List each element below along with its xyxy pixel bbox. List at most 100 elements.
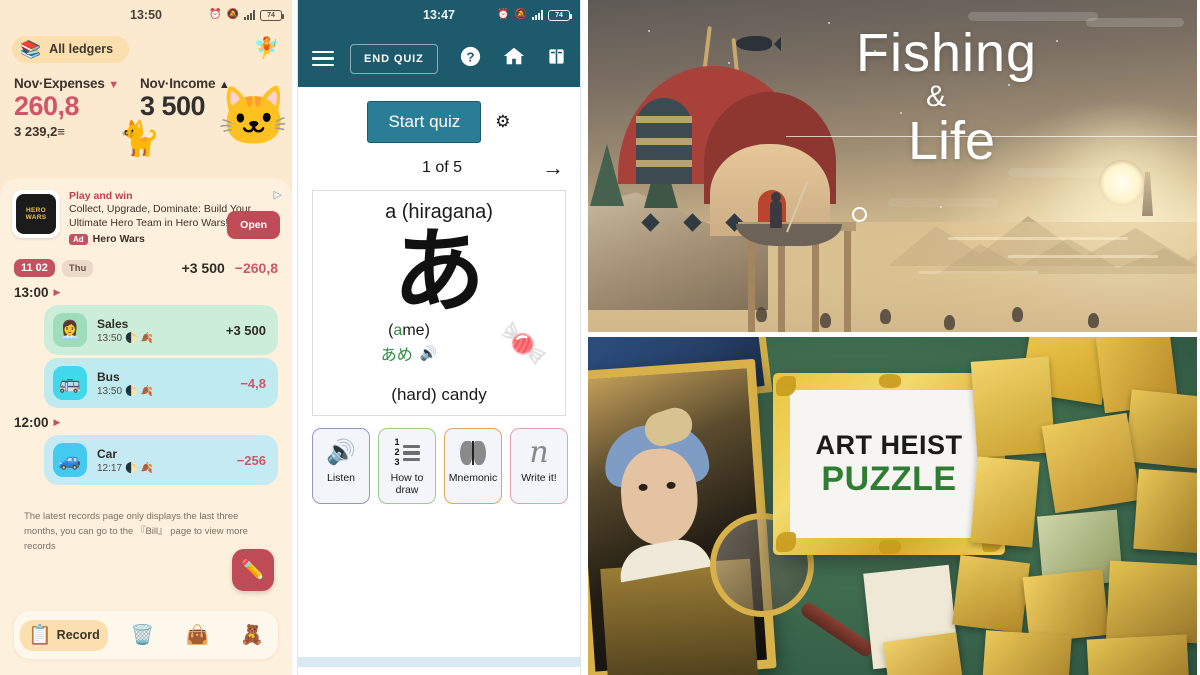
transaction-time: 13:50 <box>97 385 123 397</box>
all-ledgers-button[interactable]: 📚 All ledgers <box>12 35 130 63</box>
transaction-icon: 🚌 <box>53 366 87 401</box>
puzzle-piece <box>1086 634 1190 675</box>
hero-wars-logo: HERO WARS <box>16 194 56 234</box>
battery-icon: 74 <box>260 9 284 21</box>
advertisement-card[interactable]: HERO WARS Play and win Collect, Upgrade,… <box>0 178 292 251</box>
signal-icon <box>244 10 255 20</box>
puzzle-piece <box>1124 389 1197 469</box>
time-group-label: 13:00 <box>14 285 49 301</box>
listen-button-label: Listen <box>326 472 356 484</box>
write-it-button[interactable]: 𝑛 Write it! <box>510 428 568 504</box>
table-row[interactable]: 🚌 Bus 13:50 🌓 🍂 −4,8 <box>44 358 278 409</box>
chevron-right-icon: ▶ <box>53 417 61 428</box>
listen-button[interactable]: 🔊 Listen <box>312 428 370 504</box>
gear-icon[interactable]: ⚙ <box>495 112 510 132</box>
ledger-top-bar: 📚 All ledgers 🧚 <box>0 30 292 66</box>
art-title-line-2: PUZZLE <box>821 460 957 498</box>
example-kana: あめ <box>380 345 413 364</box>
game-title-line-3: Life <box>908 111 996 172</box>
battery-level: 74 <box>555 11 563 19</box>
frame-canvas: ART HEIST PUZZLE <box>790 390 988 538</box>
day-of-week-badge: Thu <box>61 259 94 277</box>
budget-bars-icon: ≡ <box>57 124 65 140</box>
expense-subvalue-text: 3 239,2 <box>14 124 58 140</box>
quiz-toolbar: END QUIZ ? <box>298 30 580 87</box>
nav-item-record[interactable]: 📋 Record <box>20 619 108 651</box>
transaction-amount: −256 <box>236 452 266 468</box>
fish-weathervane-icon <box>736 36 781 51</box>
mascot-icon: 🧸 <box>240 624 264 646</box>
puzzle-piece <box>970 356 1056 458</box>
quiz-body: Start quiz ⚙ 1 of 5 → a (hiragana) あ (am… <box>298 87 580 667</box>
puzzle-piece <box>1133 468 1197 554</box>
puzzle-piece <box>1022 568 1110 644</box>
income-label-row: Nov·Income ▲ <box>140 76 230 91</box>
example-romaji-highlight: a <box>393 322 403 339</box>
nav-item-bill[interactable]: 🗑️ <box>123 620 163 651</box>
puzzle-piece <box>951 554 1031 634</box>
flashcard[interactable]: a (hiragana) あ (ame) あめ 🔊 🍬 (hard) candy <box>312 190 566 416</box>
ledger-records-sheet: HERO WARS Play and win Collect, Upgrade,… <box>0 178 292 675</box>
how-to-draw-button-label: How to draw <box>390 472 424 497</box>
battery-level: 74 <box>267 11 275 19</box>
hamburger-icon[interactable] <box>312 50 334 67</box>
quiz-start-row: Start quiz ⚙ <box>298 87 580 143</box>
bottom-navigation: 📋 Record 🗑️ 👜 🧸 <box>14 611 278 659</box>
speaker-icon: 🔊 <box>326 439 356 467</box>
pencil-icon: ✏️ <box>241 560 265 581</box>
status-icons: ⏰ 🔕 74 <box>209 0 284 30</box>
game-title-line-1: Fishing <box>856 23 1038 83</box>
quiz-status-bar: 13:47 ⏰ 🔕 74 <box>298 0 580 30</box>
status-icons: ⏰ 🔕 74 <box>497 0 572 30</box>
clipboard-icon: 📋 <box>28 624 52 646</box>
moon-icon: 🌓 <box>125 462 138 474</box>
ad-choices-icon[interactable]: ▷ <box>274 188 282 201</box>
transaction-amount: +3 500 <box>225 322 266 338</box>
arrow-right-icon[interactable]: → <box>542 155 564 181</box>
start-quiz-button[interactable]: Start quiz <box>367 101 482 143</box>
transaction-main: Sales 13:50 🌓 🍂 <box>97 317 216 344</box>
table-row[interactable]: 👩‍💼 Sales 13:50 🌓 🍂 +3 500 <box>44 305 278 356</box>
nav-item-mine[interactable]: 🧸 <box>232 620 272 651</box>
table-row[interactable]: 🚙 Car 12:17 🌓 🍂 −256 <box>44 435 278 486</box>
add-record-fab[interactable]: ✏️ <box>232 549 274 591</box>
ad-brand: Hero Wars <box>92 233 145 246</box>
how-to-draw-button[interactable]: 123 How to draw <box>378 428 436 504</box>
ledger-app-panel: 13:50 ⏰ 🔕 74 📚 All ledgers 🧚 Nov·Expense… <box>0 0 292 675</box>
moon-icon: 🌓 <box>125 332 138 344</box>
ad-headline: Play and win <box>69 190 133 202</box>
gold-picture-frame: ART HEIST PUZZLE <box>773 373 1005 555</box>
books-icon: 📚 <box>20 39 42 59</box>
quiz-footer-bar <box>298 657 580 667</box>
puzzle-piece <box>982 630 1072 675</box>
puzzle-piece <box>970 456 1040 548</box>
end-quiz-button[interactable]: END QUIZ <box>350 43 438 74</box>
alarm-icon: ⏰ <box>497 9 510 20</box>
ad-open-button[interactable]: Open <box>227 211 280 240</box>
avatar[interactable]: 🧚 <box>254 37 280 61</box>
time-group-header: 13:00 ▶ <box>0 281 292 302</box>
brain-icon <box>460 436 486 470</box>
speaker-icon[interactable]: 🔊 <box>420 345 437 362</box>
mnemonic-button-label: Mnemonic <box>448 472 498 484</box>
svg-text:?: ? <box>466 49 474 64</box>
expense-value: 260,8 <box>14 91 80 121</box>
question-circle-icon[interactable]: ? <box>460 46 481 72</box>
vibrate-off-icon: 🔕 <box>514 9 527 20</box>
puzzle-piece <box>1041 412 1141 514</box>
transaction-sub: 13:50 🌓 🍂 <box>97 386 230 397</box>
cat-peeking-icon: 🐈 <box>118 120 161 158</box>
book-icon[interactable] <box>547 47 566 71</box>
ad-app-icon: HERO WARS <box>12 190 60 238</box>
time-group-label: 12:00 <box>14 415 49 431</box>
card-example: (ame) あめ 🔊 🍬 <box>321 322 557 380</box>
trash-bin-icon: 🗑️ <box>130 624 155 646</box>
home-icon[interactable] <box>503 45 525 72</box>
nav-item-bag[interactable]: 👜 <box>178 620 218 651</box>
candy-icon: 🍬 <box>499 322 549 366</box>
transaction-amount: −4,8 <box>240 375 266 391</box>
day-totals: +3 500 −260,8 <box>182 260 278 276</box>
mnemonic-button[interactable]: Mnemonic <box>444 428 502 504</box>
transaction-time: 12:17 <box>97 462 123 474</box>
expense-arrow-icon: ▼ <box>108 79 119 91</box>
